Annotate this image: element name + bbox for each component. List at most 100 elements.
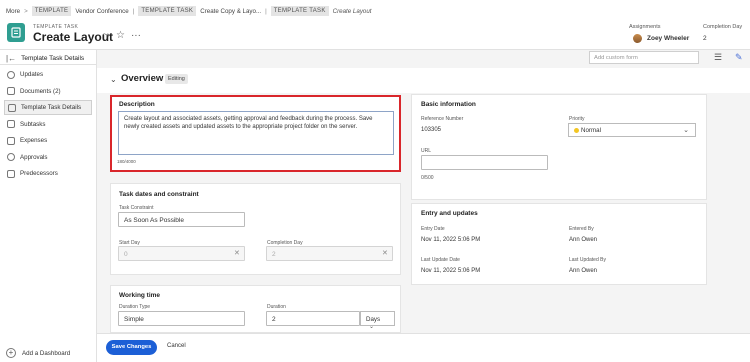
cancel-button[interactable]: Cancel: [167, 343, 186, 349]
entry-date-label: Entry Date: [421, 226, 445, 232]
breadcrumb-more[interactable]: More: [6, 8, 20, 15]
chevron-right-icon: >: [24, 7, 28, 15]
basic-information-title: Basic information: [421, 101, 476, 108]
priority-value: Normal: [581, 127, 601, 134]
sidebar-item-label: Approvals: [20, 153, 48, 161]
last-update-label: Last Update Date: [421, 257, 460, 263]
completion-day-value: 2: [703, 35, 707, 42]
clear-icon[interactable]: ✕: [382, 249, 388, 257]
star-icon[interactable]: ☆: [116, 30, 125, 42]
breadcrumb-tag-template: TEMPLATE: [31, 6, 72, 16]
footer-bar: [97, 333, 750, 362]
breadcrumb-create-copy-layout[interactable]: Create Copy & Layo...: [200, 8, 261, 15]
expenses-icon: [7, 136, 15, 145]
sidebar-item-predecessors[interactable]: Predecessors: [4, 166, 92, 181]
details-icon: [8, 103, 16, 112]
description-counter: 180/4000: [117, 159, 136, 164]
url-input[interactable]: [421, 155, 548, 170]
custom-form-input[interactable]: Add custom form: [589, 51, 699, 64]
duration-unit-value: Days: [366, 316, 381, 323]
sidebar-item-subtasks[interactable]: Subtasks: [4, 117, 92, 132]
url-counter: 0/500: [421, 175, 434, 181]
list-view-icon[interactable]: ☰: [714, 52, 722, 63]
last-updated-by-label: Last Updated By: [569, 257, 606, 263]
sidebar-item-label: Predecessors: [20, 170, 58, 177]
breadcrumb-current: Create Layout: [332, 7, 372, 15]
completion-day-input[interactable]: 2: [266, 246, 393, 261]
plus-icon: +: [6, 348, 16, 358]
duration-unit-select[interactable]: Days ⌄: [360, 311, 395, 330]
chevron-down-icon: ⌄: [369, 323, 375, 330]
collapse-panel-icon[interactable]: |←: [6, 54, 16, 63]
sidebar-item-label: Expenses: [20, 137, 48, 144]
priority-label: Priority: [569, 116, 585, 122]
sidebar-nav: Updates Documents (2) Template Task Deta…: [4, 67, 92, 183]
entry-date-value: Nov 11, 2022 5:06 PM: [421, 237, 481, 243]
task-constraint-input[interactable]: As Soon As Possible: [118, 212, 245, 227]
breadcrumb: More > TEMPLATE Vendor Conference | TEMP…: [6, 5, 372, 17]
working-time-title: Working time: [119, 292, 161, 299]
overview-header: [97, 68, 750, 93]
breadcrumb-separator: |: [132, 7, 135, 15]
add-dashboard-button[interactable]: + Add a Dashboard: [6, 348, 70, 358]
divider: [0, 64, 96, 65]
chevron-down-icon: ⌄: [683, 127, 689, 134]
more-icon[interactable]: ···: [131, 30, 141, 42]
sidebar-item-label: Documents (2): [20, 87, 61, 95]
sidebar-header[interactable]: |← Template Task Details: [6, 54, 84, 63]
completion-day-label: Completion Day: [703, 24, 743, 30]
sidebar-item-approvals[interactable]: Approvals: [4, 150, 92, 165]
last-updated-by-value: Ann Owen: [569, 268, 598, 274]
breadcrumb-vendor-conference[interactable]: Vendor Conference: [75, 8, 128, 15]
description-title: Description: [119, 101, 155, 108]
sidebar-header-label: Template Task Details: [21, 55, 85, 62]
duration-input[interactable]: 2: [266, 311, 360, 326]
sidebar-item-template-task-details[interactable]: Template Task Details: [4, 100, 92, 115]
entered-by-label: Entered By: [569, 226, 594, 232]
save-changes-button[interactable]: Save Changes: [106, 340, 157, 355]
entry-updates-title: Entry and updates: [421, 210, 478, 217]
basic-information-card: [411, 94, 707, 200]
url-label: URL: [421, 148, 432, 154]
header-tools: ⤳ ☆ ···: [102, 30, 141, 42]
reference-number-label: Reference Number: [421, 116, 464, 122]
chat-icon: [7, 70, 15, 79]
document-icon: [7, 87, 15, 95]
breadcrumb-tag-template-task: TEMPLATE TASK: [138, 6, 197, 16]
sidebar-item-label: Updates: [20, 71, 44, 78]
sidebar-item-updates[interactable]: Updates: [4, 67, 92, 82]
priority-select[interactable]: Normal ⌄: [568, 123, 696, 137]
assignee[interactable]: Zoey Wheeler: [633, 34, 689, 43]
subtasks-icon: [7, 120, 15, 128]
sidebar-item-expenses[interactable]: Expenses: [4, 133, 92, 148]
chevron-down-icon[interactable]: ⌄: [110, 75, 117, 84]
assignments-label: Assignments: [629, 24, 661, 30]
priority-dot-icon: [574, 128, 579, 133]
duration-type-select[interactable]: Simple: [118, 311, 245, 326]
sidebar-item-documents[interactable]: Documents (2): [4, 84, 92, 99]
breadcrumb-separator: |: [265, 7, 267, 15]
predecessors-icon: [7, 169, 15, 178]
duration-type-label: Duration Type: [119, 304, 151, 310]
sidebar-item-label: Subtasks: [20, 120, 46, 128]
status-badge: Editing: [165, 74, 188, 84]
assignee-name: Zoey Wheeler: [647, 35, 690, 42]
convert-icon[interactable]: ⤳: [102, 30, 110, 42]
sidebar-item-label: Template Task Details: [21, 104, 82, 111]
task-constraint-label: Task Constraint: [119, 205, 154, 211]
entered-by-value: Ann Owen: [569, 237, 598, 243]
description-textarea[interactable]: Create layout and associated assets, get…: [118, 111, 394, 155]
last-update-value: Nov 11, 2022 5:06 PM: [421, 268, 481, 274]
breadcrumb-tag-template-task: TEMPLATE TASK: [270, 6, 329, 16]
reference-number-value: 103305: [421, 127, 442, 133]
task-dates-title: Task dates and constraint: [119, 191, 199, 198]
clear-icon[interactable]: ✕: [234, 249, 240, 257]
edit-icon[interactable]: ✎: [735, 52, 743, 63]
section-title: Overview: [121, 73, 164, 84]
start-day-input[interactable]: 0: [118, 246, 245, 261]
duration-label: Duration: [267, 304, 286, 310]
template-task-icon: [7, 23, 25, 42]
approvals-icon: [7, 153, 15, 161]
add-dashboard-label: Add a Dashboard: [22, 349, 71, 357]
avatar: [633, 34, 642, 43]
